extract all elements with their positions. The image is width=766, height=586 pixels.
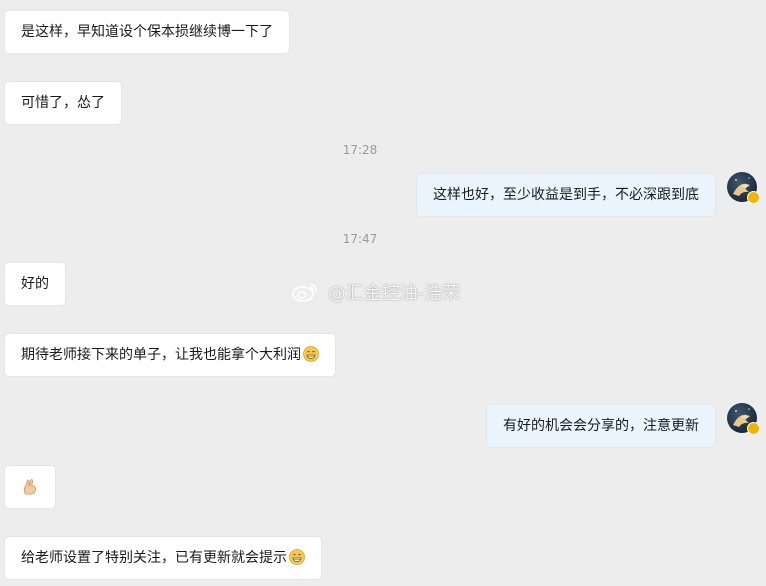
timestamp: 17:47	[342, 232, 378, 246]
grin-emoji-icon	[289, 548, 305, 565]
watermark-text: @汇金控油-浩荣	[327, 283, 461, 304]
message-text: 期待老师接下来的单子，让我也能拿个大利润	[21, 347, 301, 363]
avatar[interactable]	[727, 403, 760, 435]
message-text: 有好的机会会分享的，注意更新	[503, 418, 699, 434]
message-text: 好的	[21, 276, 49, 292]
incoming-message-bubble[interactable]: 是这样，早知道设个保本损继续博一下了	[5, 11, 289, 53]
incoming-message-bubble[interactable]: 期待老师接下来的单子，让我也能拿个大利润	[5, 334, 335, 376]
incoming-message-bubble[interactable]: 可惜了，怂了	[5, 82, 121, 124]
incoming-message-bubble[interactable]: 好的	[5, 263, 65, 305]
outgoing-message-bubble[interactable]: 这样也好，至少收益是到手，不必深跟到底	[417, 174, 715, 216]
timestamp: 17:28	[342, 143, 378, 157]
grin-emoji-icon	[303, 345, 319, 362]
weibo-icon	[292, 283, 317, 302]
incoming-message-bubble[interactable]: 给老师设置了特别关注，已有更新就会提示	[5, 537, 321, 579]
outgoing-message-bubble[interactable]: 有好的机会会分享的，注意更新	[487, 405, 715, 447]
verified-badge-icon	[747, 422, 760, 435]
message-text: 给老师设置了特别关注，已有更新就会提示	[21, 550, 287, 566]
message-text: 这样也好，至少收益是到手，不必深跟到底	[433, 187, 699, 203]
avatar[interactable]	[727, 172, 760, 204]
verified-badge-icon	[747, 191, 760, 204]
incoming-message-bubble[interactable]	[5, 466, 55, 508]
message-text: 是这样，早知道设个保本损继续博一下了	[21, 24, 273, 40]
sticker-icon	[23, 479, 36, 495]
watermark: @汇金控油-浩荣	[292, 280, 460, 308]
message-text: 可惜了，怂了	[21, 95, 105, 111]
